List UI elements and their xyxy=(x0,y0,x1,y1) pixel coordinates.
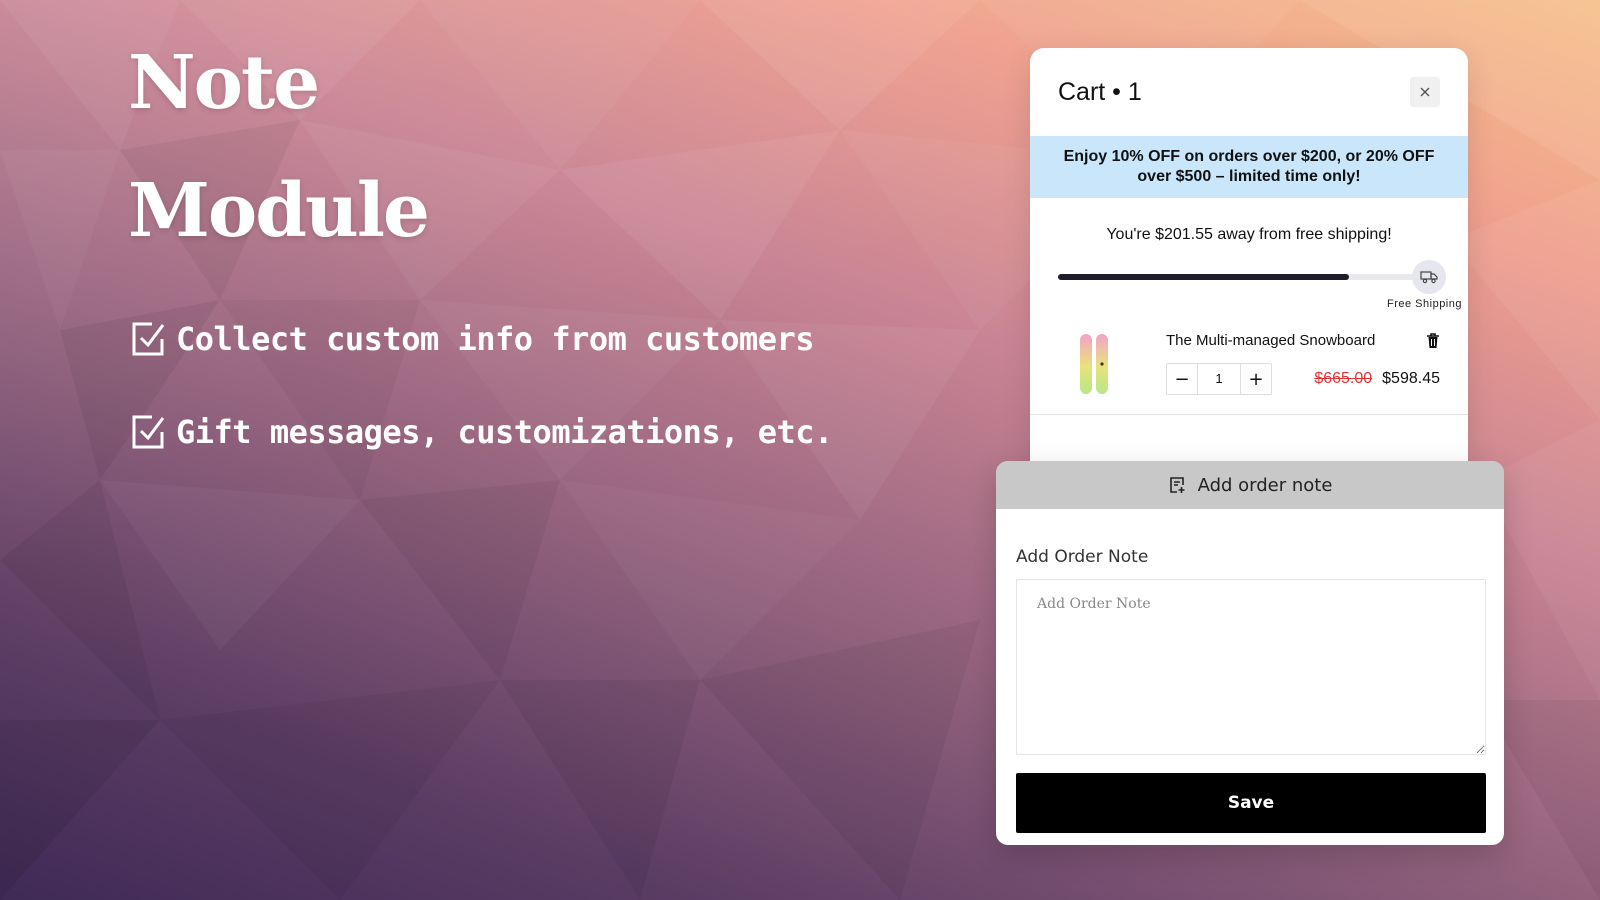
feature-text: Collect custom info from customers xyxy=(176,320,815,358)
free-shipping-label: Free Shipping xyxy=(1387,298,1462,310)
sale-price: $598.45 xyxy=(1382,370,1440,387)
quantity-stepper: − 1 + xyxy=(1166,363,1272,395)
order-note-input[interactable] xyxy=(1016,579,1486,755)
cart-drawer: Cart • 1 Enjoy 10% OFF on orders over $2… xyxy=(1030,48,1468,468)
progress-track xyxy=(1058,274,1426,280)
original-price: $665.00 xyxy=(1314,370,1373,387)
hero-title-line1: Note xyxy=(128,40,320,126)
note-add-icon xyxy=(1169,477,1185,493)
close-button[interactable] xyxy=(1410,77,1440,107)
progress-fill xyxy=(1058,274,1349,280)
add-order-note-label: Add order note xyxy=(1197,474,1333,496)
product-image xyxy=(1080,334,1108,394)
feature-item: Gift messages, customizations, etc. xyxy=(130,413,833,451)
cart-item: The Multi-managed Snowboard − 1 + $665.0… xyxy=(1030,332,1468,406)
decrease-button[interactable]: − xyxy=(1167,364,1197,394)
checkbox-checked-icon xyxy=(132,322,165,356)
truck-icon xyxy=(1412,260,1446,294)
increase-button[interactable]: + xyxy=(1241,364,1271,394)
hero-title-line2: Module xyxy=(128,168,430,254)
promo-banner: Enjoy 10% OFF on orders over $200, or 20… xyxy=(1030,136,1468,198)
divider xyxy=(1030,414,1468,415)
shipping-progress xyxy=(1058,258,1446,298)
close-icon xyxy=(1420,87,1430,97)
order-note-panel: Add order note Add Order Note Save xyxy=(996,461,1504,845)
trash-icon[interactable] xyxy=(1426,332,1440,349)
cart-header: Cart • 1 xyxy=(1030,48,1468,136)
save-button[interactable]: Save xyxy=(1016,773,1486,833)
feature-text: Gift messages, customizations, etc. xyxy=(176,413,833,451)
feature-item: Collect custom info from customers xyxy=(130,320,815,358)
item-prices: $665.00 $598.45 xyxy=(1314,370,1440,388)
order-note-field-label: Add Order Note xyxy=(1016,547,1149,567)
item-details: The Multi-managed Snowboard − 1 + $665.0… xyxy=(1166,332,1440,406)
checkbox-checked-icon xyxy=(132,415,165,449)
cart-title: Cart • 1 xyxy=(1058,77,1142,106)
quantity-value[interactable]: 1 xyxy=(1197,364,1241,394)
item-name[interactable]: The Multi-managed Snowboard xyxy=(1166,332,1375,349)
shipping-message: You're $201.55 away from free shipping! xyxy=(1106,226,1392,243)
add-order-note-toggle[interactable]: Add order note xyxy=(996,461,1504,509)
